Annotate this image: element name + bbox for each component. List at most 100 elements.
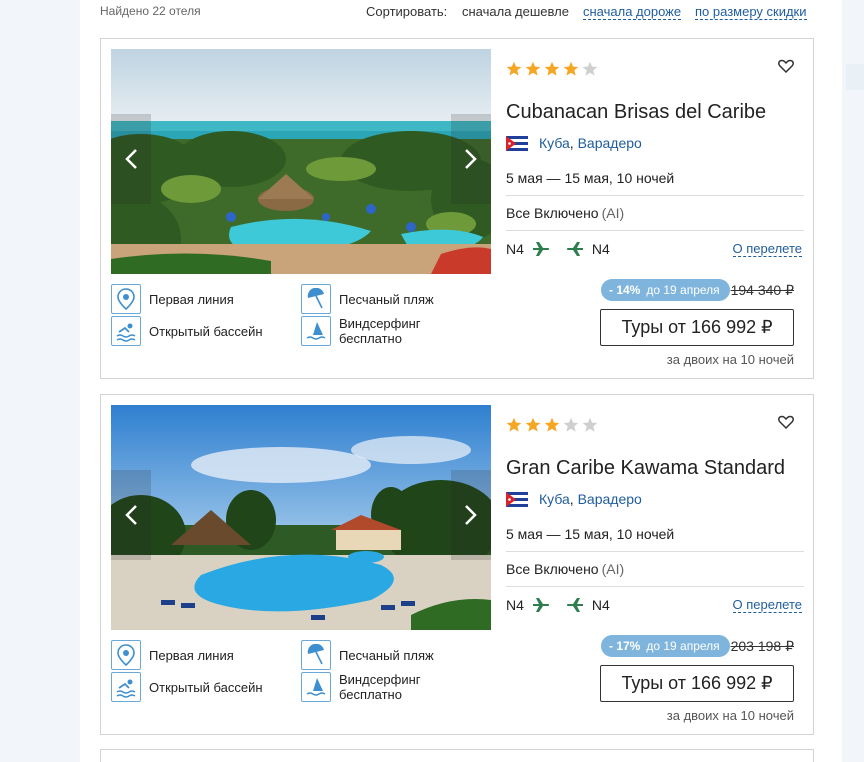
swimming-pool-icon	[111, 316, 141, 346]
amenity-label: Виндсерфинг бесплатно	[339, 672, 421, 702]
location-separator: ,	[569, 491, 578, 507]
results-panel: Найдено 22 отеля Сортировать: сначала де…	[80, 0, 842, 762]
flight-details-link[interactable]: О перелете	[732, 597, 802, 613]
plane-icon	[566, 242, 583, 256]
photo-prev-button[interactable]	[111, 114, 151, 204]
star-icon	[582, 61, 598, 76]
hotel-info: Cubanacan Brisas del Caribe Куба, Вараде…	[506, 39, 804, 378]
amenity-label: Виндсерфинг бесплатно	[339, 316, 421, 346]
flight-details-link[interactable]: О перелете	[732, 241, 802, 257]
star-rating	[506, 417, 598, 433]
meal-plan: Все Включено (AI)	[506, 196, 804, 231]
tours-price-button[interactable]: Туры от 166 992 ₽	[600, 665, 794, 702]
amenity-item: Первая линия	[111, 284, 234, 314]
hotel-info: Gran Caribe Kawama Standard Куба, Вараде…	[506, 395, 804, 734]
flight-info: N4 N4 О перелете	[506, 590, 804, 620]
old-price: 203 198 ₽	[730, 638, 794, 654]
amenity-item: Открытый бассейн	[111, 672, 263, 702]
sort-expensive-option[interactable]: сначала дороже	[583, 4, 682, 20]
tours-price-button[interactable]: Туры от 166 992 ₽	[600, 309, 794, 346]
amenity-label: Первая линия	[149, 291, 234, 307]
meal-plan: Все Включено (AI)	[506, 552, 804, 587]
city-link[interactable]: Варадеро	[578, 135, 642, 151]
flight-info: N4 N4 О перелете	[506, 234, 804, 264]
amenity-label: Открытый бассейн	[149, 323, 263, 339]
flight-to: N4	[591, 597, 610, 613]
meal-text: Все Включено	[506, 205, 599, 221]
hotel-name[interactable]: Cubanacan Brisas del Caribe	[506, 101, 766, 124]
discount-until: до 19 апреля	[646, 639, 720, 653]
sort-cheapest-option[interactable]: сначала дешевле	[462, 4, 569, 19]
amenity-item: Песчаный пляж	[301, 640, 434, 670]
location-separator: ,	[569, 135, 578, 151]
price-note: за двоих на 10 ночей	[666, 708, 794, 723]
meal-code: (AI)	[601, 205, 625, 221]
amenity-item: Виндсерфинг бесплатно	[301, 316, 449, 346]
photo-next-button[interactable]	[451, 114, 491, 204]
beach-umbrella-icon	[301, 284, 331, 314]
old-price: 194 340 ₽	[730, 282, 794, 298]
hotel-card: Первая линия Песчаный пляж Открытый басс…	[100, 394, 814, 735]
found-count: Найдено 22 отеля	[100, 4, 201, 18]
star-icon	[544, 61, 560, 76]
meal-text: Все Включено	[506, 561, 599, 577]
star-rating	[506, 61, 598, 77]
discount-badge: - 14% до 19 апреля	[601, 279, 730, 301]
hotel-location: Куба, Варадеро	[506, 135, 642, 151]
amenity-label: Песчаный пляж	[339, 291, 434, 307]
plane-icon	[532, 598, 550, 612]
star-icon	[563, 417, 579, 432]
chevron-right-icon	[465, 149, 477, 169]
flight-to: N4	[591, 241, 610, 257]
discount-badge: - 17% до 19 апреля	[601, 635, 730, 657]
star-icon	[563, 61, 579, 76]
star-icon	[525, 61, 541, 76]
tour-dates: 5 мая — 15 мая, 10 ночей	[506, 161, 804, 196]
sort-discount-option[interactable]: по размеру скидки	[695, 4, 807, 20]
hotel-name[interactable]: Gran Caribe Kawama Standard	[506, 457, 785, 480]
beach-umbrella-icon	[301, 640, 331, 670]
country-link[interactable]: Куба	[539, 135, 570, 151]
windsurfing-icon	[301, 672, 331, 702]
star-icon	[582, 417, 598, 432]
meal-code: (AI)	[601, 561, 625, 577]
price-note: за двоих на 10 ночей	[666, 352, 794, 367]
cuba-flag-icon	[506, 491, 528, 507]
chevron-right-icon	[465, 505, 477, 525]
hotel-photo[interactable]	[111, 405, 491, 630]
chevron-left-icon	[125, 505, 137, 525]
flight-from: N4	[506, 241, 524, 257]
dates-text: 5 мая — 15 мая, 10 ночей	[506, 526, 675, 542]
heart-icon[interactable]	[778, 415, 794, 429]
discount-until: до 19 апреля	[646, 283, 720, 297]
star-icon	[506, 417, 522, 432]
results-toolbar: Найдено 22 отеля Сортировать: сначала де…	[100, 4, 842, 24]
amenity-label: Песчаный пляж	[339, 647, 434, 663]
star-icon	[544, 417, 560, 432]
city-link[interactable]: Варадеро	[578, 491, 642, 507]
photo-next-button[interactable]	[451, 470, 491, 560]
discount-percent: - 17%	[609, 639, 641, 653]
chevron-left-icon	[125, 149, 137, 169]
amenity-item: Виндсерфинг бесплатно	[301, 672, 449, 702]
hotel-card: Первая линия Песчаный пляж Открытый басс…	[100, 38, 814, 379]
photo-prev-button[interactable]	[111, 470, 151, 560]
tour-dates: 5 мая — 15 мая, 10 ночей	[506, 517, 804, 552]
location-pin-icon	[111, 640, 141, 670]
dates-text: 5 мая — 15 мая, 10 ночей	[506, 170, 675, 186]
windsurfing-icon	[301, 316, 331, 346]
heart-icon[interactable]	[778, 59, 794, 73]
location-pin-icon	[111, 284, 141, 314]
star-icon	[506, 61, 522, 76]
plane-icon	[532, 242, 550, 256]
hotel-card	[100, 749, 814, 762]
amenity-item: Первая линия	[111, 640, 234, 670]
amenity-item: Открытый бассейн	[111, 316, 263, 346]
star-icon	[525, 417, 541, 432]
swimming-pool-icon	[111, 672, 141, 702]
flight-from: N4	[506, 597, 524, 613]
hotel-photo[interactable]	[111, 49, 491, 274]
country-link[interactable]: Куба	[539, 491, 570, 507]
cuba-flag-icon	[506, 135, 528, 151]
hotel-location: Куба, Варадеро	[506, 491, 642, 507]
